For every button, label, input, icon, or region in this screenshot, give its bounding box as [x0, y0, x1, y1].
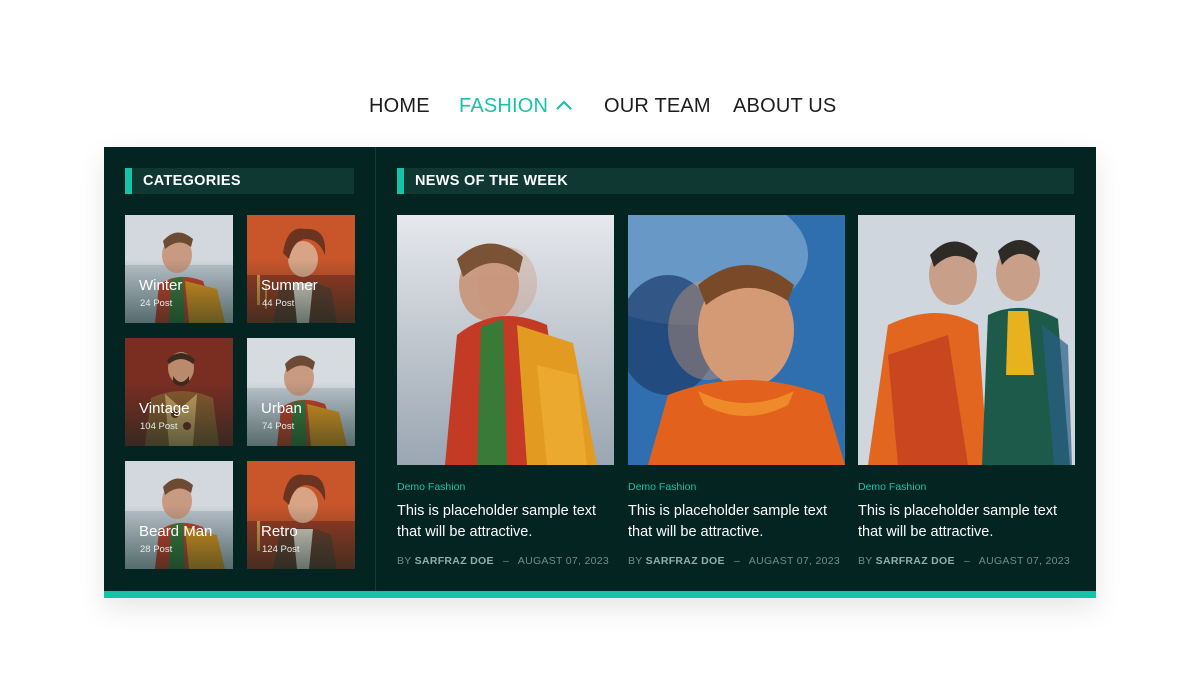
header-accent [397, 168, 404, 194]
news-header: NEWS OF THE WEEK [397, 168, 1074, 194]
category-count: 104 Post [140, 421, 178, 432]
category-count: 44 Post [262, 298, 295, 309]
category-count: 74 Post [262, 421, 295, 432]
news-card-category[interactable]: Demo Fashion [858, 481, 926, 493]
nav-item-fashion[interactable]: FASHION [459, 92, 572, 120]
category-name: Summer [261, 277, 318, 294]
news-card-image[interactable] [858, 215, 1075, 465]
category-tile-winter[interactable]: Winter 24 Post [125, 215, 233, 323]
meta-separator: – [503, 555, 510, 567]
category-count: 24 Post [140, 298, 173, 309]
news-card-headline[interactable]: This is placeholder sample text that wil… [628, 501, 845, 543]
header-accent [125, 168, 132, 194]
categories-header: CATEGORIES [125, 168, 354, 194]
category-count: 124 Post [262, 544, 300, 555]
category-name: Urban [261, 400, 302, 417]
news-image [397, 215, 614, 465]
chevron-up-icon [556, 100, 572, 110]
news-title: NEWS OF THE WEEK [415, 173, 569, 189]
news-card-image[interactable] [397, 215, 614, 465]
category-tile-retro[interactable]: Retro 124 Post [247, 461, 355, 569]
panel-accent-bar [104, 591, 1096, 598]
meta-separator: – [734, 555, 741, 567]
news-card-meta: BY SARFRAZ DOE – AUGAST 07, 2023 [628, 555, 840, 567]
category-tile-beard-man[interactable]: Beard Man 28 Post [125, 461, 233, 569]
category-tile-urban[interactable]: Urban 74 Post [247, 338, 355, 446]
category-tile-summer[interactable]: Summer 44 Post [247, 215, 355, 323]
news-card-headline[interactable]: This is placeholder sample text that wil… [397, 501, 614, 543]
news-card: Demo Fashion This is placeholder sample … [628, 215, 845, 567]
meta-author[interactable]: SARFRAZ DOE [415, 555, 494, 567]
category-name: Vintage [139, 400, 190, 417]
category-name: Retro [261, 523, 298, 540]
news-card: Demo Fashion This is placeholder sample … [858, 215, 1075, 567]
main-nav: HOME FASHION OUR TEAM ABOUT US [0, 92, 1200, 122]
meta-date: AUGAST 07, 2023 [748, 555, 841, 567]
meta-by: BY [858, 555, 873, 567]
meta-author[interactable]: SARFRAZ DOE [646, 555, 725, 567]
news-card-headline[interactable]: This is placeholder sample text that wil… [858, 501, 1075, 543]
category-name: Beard Man [139, 523, 213, 540]
news-image [628, 215, 845, 465]
news-card-category[interactable]: Demo Fashion [628, 481, 696, 493]
news-card-meta: BY SARFRAZ DOE – AUGAST 07, 2023 [858, 555, 1070, 567]
categories-title: CATEGORIES [143, 173, 241, 189]
news-card: Demo Fashion This is placeholder sample … [397, 215, 614, 567]
nav-item-home[interactable]: HOME [369, 92, 430, 120]
category-tile-vintage[interactable]: Vintage 104 Post [125, 338, 233, 446]
meta-author[interactable]: SARFRAZ DOE [876, 555, 955, 567]
meta-separator: – [964, 555, 971, 567]
category-count: 28 Post [140, 544, 173, 555]
nav-item-our-team[interactable]: OUR TEAM [604, 92, 711, 120]
category-name: Winter [139, 277, 183, 294]
meta-by: BY [628, 555, 643, 567]
news-image [858, 215, 1075, 465]
meta-date: AUGAST 07, 2023 [978, 555, 1071, 567]
nav-item-about-us[interactable]: ABOUT US [733, 92, 836, 120]
meta-by: BY [397, 555, 412, 567]
panel-divider [375, 147, 376, 591]
news-card-category[interactable]: Demo Fashion [397, 481, 465, 493]
meta-date: AUGAST 07, 2023 [517, 555, 610, 567]
news-card-meta: BY SARFRAZ DOE – AUGAST 07, 2023 [397, 555, 609, 567]
nav-item-fashion-label: FASHION [459, 95, 549, 117]
news-card-image[interactable] [628, 215, 845, 465]
